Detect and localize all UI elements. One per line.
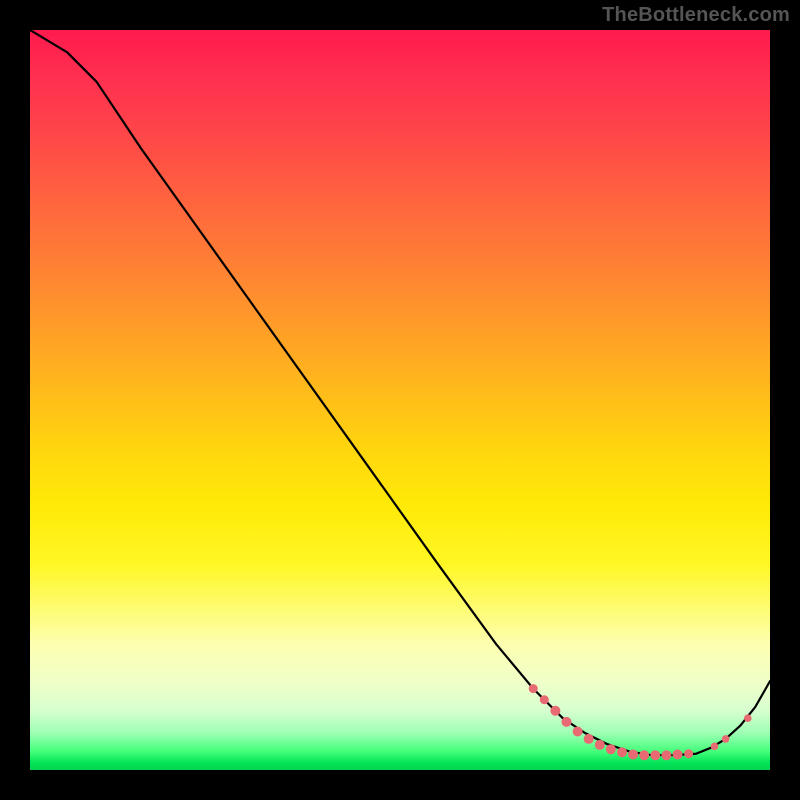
curve-marker-dot [540,695,549,704]
curve-marker-dot [744,714,752,722]
curve-markers [529,684,752,760]
curve-marker-dot [606,744,616,754]
curve-marker-dot [684,749,693,758]
curve-marker-dot [595,740,605,750]
curve-marker-dot [617,747,627,757]
curve-marker-dot [673,749,683,759]
curve-marker-dot [650,750,660,760]
curve-marker-dot [550,706,560,716]
curve-marker-dot [562,717,572,727]
curve-marker-dot [661,750,671,760]
curve-marker-dot [722,735,730,743]
watermark-text: TheBottleneck.com [602,4,790,27]
chart-svg [30,30,770,770]
curve-marker-dot [639,750,649,760]
curve-marker-dot [711,743,719,751]
curve-marker-dot [529,684,538,693]
chart-frame: TheBottleneck.com [0,0,800,800]
curve-marker-dot [584,734,594,744]
curve-marker-dot [628,749,638,759]
plot-area [30,30,770,770]
curve-line [30,30,770,755]
curve-marker-dot [573,727,583,737]
